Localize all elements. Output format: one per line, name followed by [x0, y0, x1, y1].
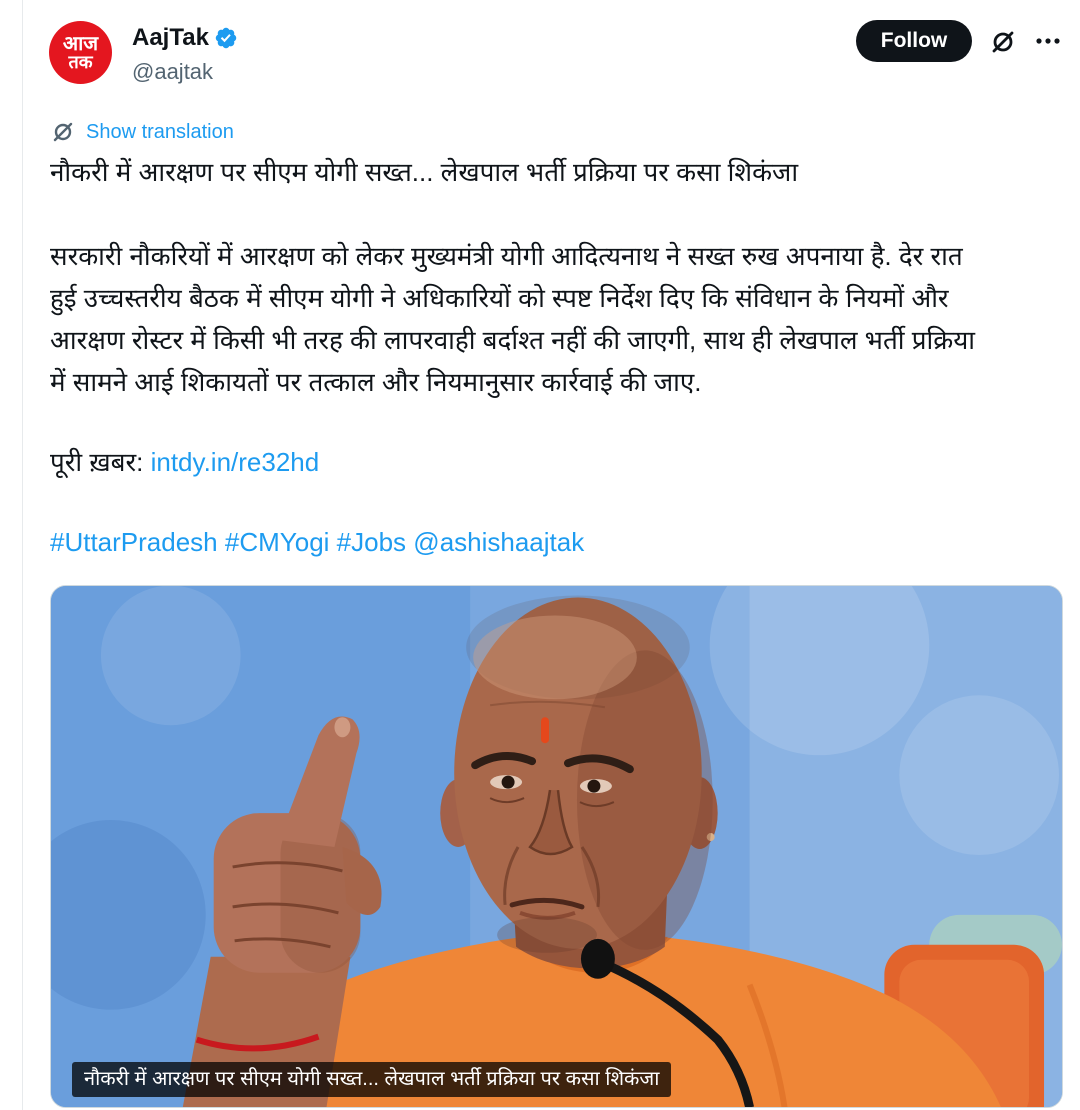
author-handle[interactable]: @aajtak: [132, 58, 213, 86]
post-photo: [51, 586, 1062, 1107]
author-display-name[interactable]: AajTak: [132, 24, 209, 52]
more-options-button[interactable]: [1030, 26, 1066, 56]
show-translation-label[interactable]: Show translation: [86, 121, 234, 144]
show-translation-link[interactable]: Show translation: [50, 118, 234, 146]
head-highlight: [473, 615, 637, 700]
bokeh-light: [100, 586, 241, 726]
timeline-divider: [22, 0, 23, 1110]
hashtag-row: #UttarPradesh #CMYogi #Jobs @ashishaajta…: [50, 521, 1063, 563]
fingernail: [334, 717, 351, 738]
grok-icon: [992, 31, 1014, 53]
follow-button[interactable]: Follow: [856, 20, 972, 62]
grok-button[interactable]: [988, 27, 1018, 57]
image-caption: नौकरी में आरक्षण पर सीएम योगी सख्त... ले…: [72, 1062, 672, 1097]
more-icon: [1036, 38, 1060, 44]
bokeh-light: [899, 695, 1060, 855]
post-image[interactable]: नौकरी में आरक्षण पर सीएम योगी सख्त... ले…: [50, 585, 1063, 1108]
chin-stubble: [497, 916, 597, 953]
post-headline: नौकरी में आरक्षण पर सीएम योगी सख्त... ले…: [50, 157, 799, 187]
post-body-line: सरकारी नौकरियों में आरक्षण को लेकर मुख्य…: [50, 241, 963, 271]
author-name-row[interactable]: AajTak: [132, 22, 238, 54]
verified-badge-icon: [215, 27, 237, 49]
mention-link[interactable]: @ashishaajtak: [413, 527, 584, 557]
more-dot: [1054, 38, 1060, 44]
post-body-line: हुई उच्चस्तरीय बैठक में सीएम योगी ने अधि…: [50, 283, 949, 313]
tilak-mark: [541, 717, 550, 744]
avatar-logo-bottom: तक: [68, 52, 93, 73]
full-news-row: पूरी ख़बर: intdy.in/re32hd: [50, 441, 1063, 483]
full-news-label: पूरी ख़बर:: [50, 447, 144, 477]
avatar[interactable]: आज तक: [49, 21, 112, 84]
post-body-line: आरक्षण रोस्टर में किसी भी तरह की लापरवाह…: [50, 325, 976, 355]
grok-icon: [53, 122, 73, 142]
right-eye-iris: [587, 779, 601, 793]
hashtag-link[interactable]: #CMYogi: [225, 527, 330, 557]
more-dot: [1045, 38, 1051, 44]
full-news-link[interactable]: intdy.in/re32hd: [151, 447, 320, 477]
left-eye-iris: [501, 775, 515, 789]
post-body: सरकारी नौकरियों में आरक्षण को लेकर मुख्य…: [50, 235, 1063, 403]
avatar-logo-top: आज: [62, 31, 99, 55]
hashtag-link[interactable]: #UttarPradesh: [50, 527, 218, 557]
post-body-line: में सामने आई शिकायतों पर तत्काल और नियमा…: [50, 367, 702, 397]
hashtag-link[interactable]: #Jobs: [337, 527, 406, 557]
microphone-head: [580, 938, 615, 979]
more-dot: [1036, 38, 1042, 44]
